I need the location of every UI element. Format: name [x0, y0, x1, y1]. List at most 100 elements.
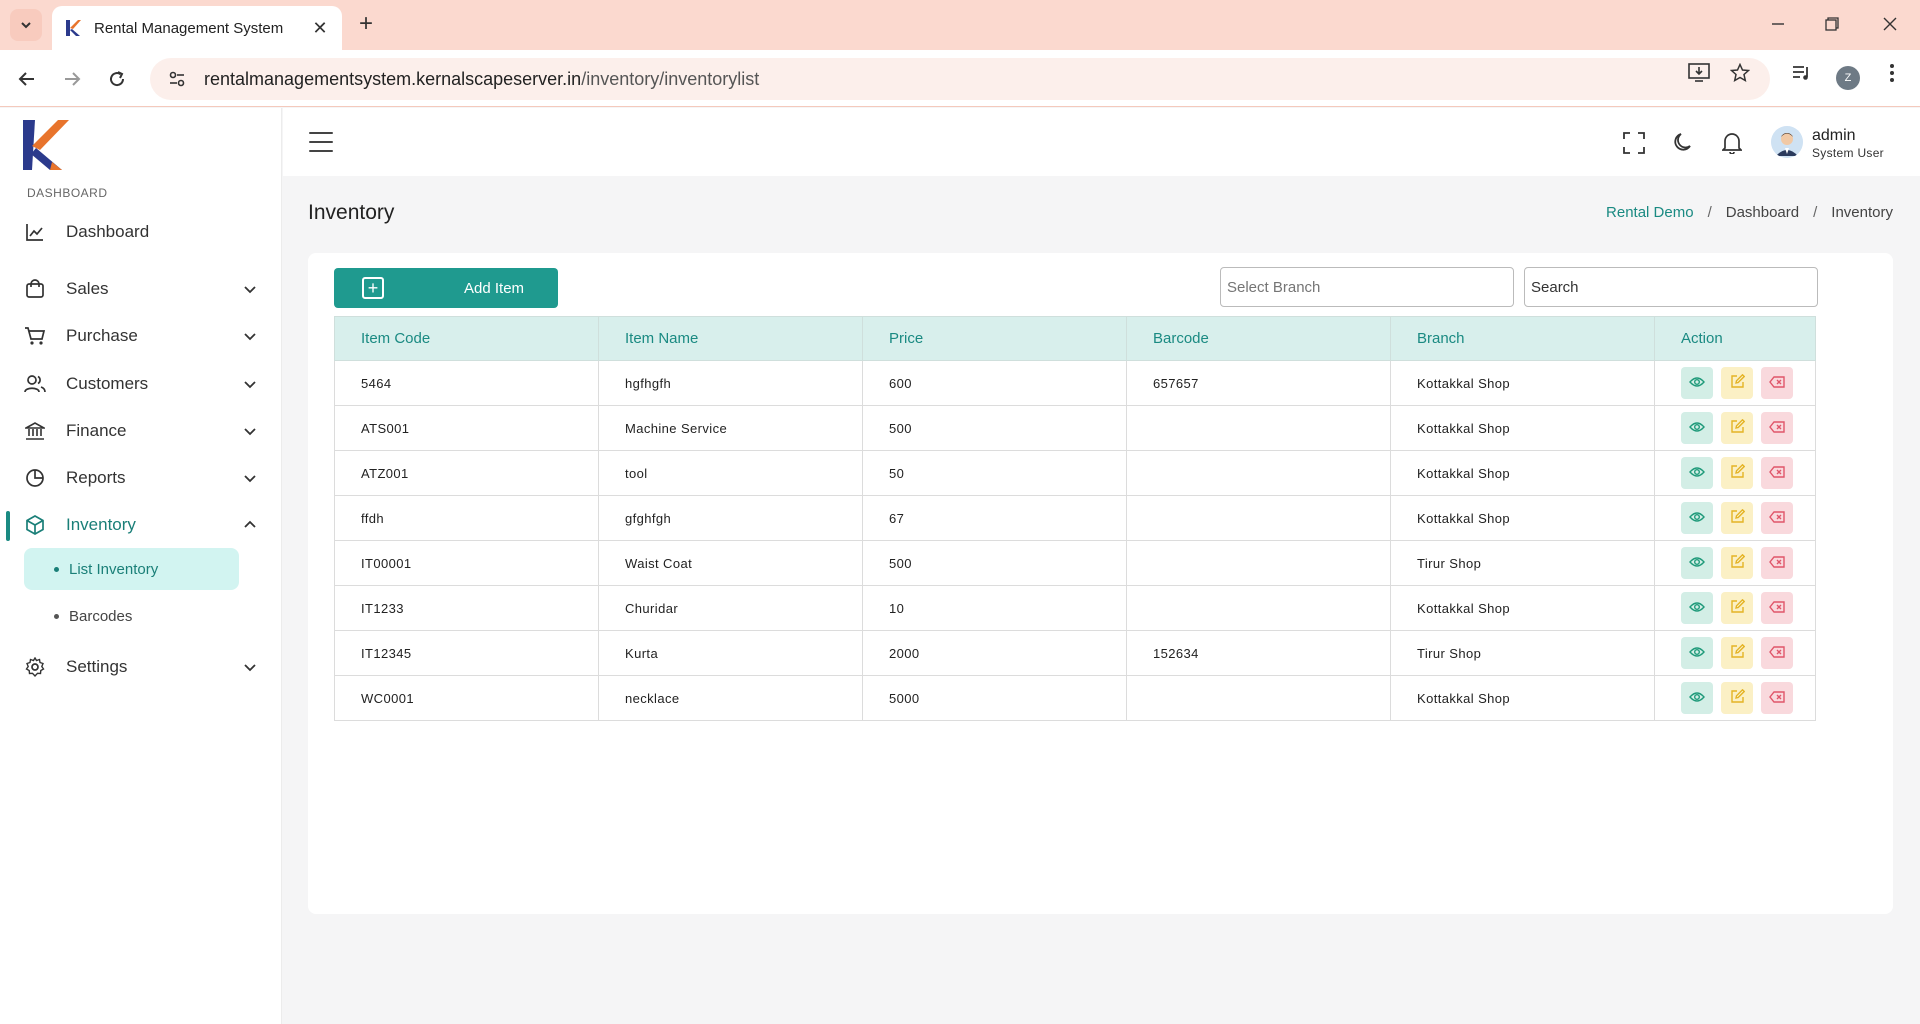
cell-name: Waist Coat: [598, 540, 863, 586]
view-button[interactable]: [1681, 547, 1713, 579]
view-button[interactable]: [1681, 367, 1713, 399]
breadcrumb-dashboard[interactable]: Dashboard: [1726, 204, 1799, 221]
edit-button[interactable]: [1721, 412, 1753, 444]
delete-button[interactable]: [1761, 457, 1793, 489]
delete-icon: [1769, 420, 1785, 436]
view-button[interactable]: [1681, 412, 1713, 444]
dark-mode-icon[interactable]: [1670, 130, 1696, 156]
bell-icon[interactable]: [1719, 130, 1745, 156]
breadcrumb: Rental Demo / Dashboard / Inventory: [1606, 204, 1893, 221]
sidebar-item-inventory[interactable]: Inventory: [0, 505, 282, 545]
sidebar-item-label: Purchase: [66, 326, 138, 345]
sidebar-subitem-list-inventory[interactable]: List Inventory: [24, 548, 239, 590]
back-button[interactable]: [12, 64, 42, 94]
delete-button[interactable]: [1761, 547, 1793, 579]
install-app-icon[interactable]: [1684, 58, 1714, 88]
close-tab-icon[interactable]: ✕: [310, 18, 330, 39]
view-button[interactable]: [1681, 457, 1713, 489]
chevron-down-icon: [240, 424, 260, 438]
edit-button[interactable]: [1721, 367, 1753, 399]
edit-button[interactable]: [1721, 592, 1753, 624]
cell-barcode: [1126, 675, 1391, 721]
pie-chart-icon: [24, 467, 46, 489]
user-name[interactable]: admin: [1812, 127, 1856, 145]
breadcrumb-rental-demo[interactable]: Rental Demo: [1606, 204, 1694, 221]
column-header[interactable]: Barcode: [1126, 316, 1391, 361]
view-button[interactable]: [1681, 637, 1713, 669]
tab-title: Rental Management System: [94, 19, 284, 37]
arrow-left-icon: [18, 72, 34, 86]
browser-menu-icon[interactable]: [1877, 58, 1907, 88]
view-button[interactable]: [1681, 502, 1713, 534]
fullscreen-icon[interactable]: [1621, 130, 1647, 156]
edit-button[interactable]: [1721, 502, 1753, 534]
table-row: IT1233 Churidar 10 Kottakkal Shop: [334, 585, 1816, 631]
delete-button[interactable]: [1761, 682, 1793, 714]
reload-button[interactable]: [102, 64, 132, 94]
address-bar[interactable]: rentalmanagementsystem.kernalscapeserver…: [150, 58, 1770, 100]
add-item-button[interactable]: + Add Item: [334, 268, 558, 308]
cell-actions: [1654, 630, 1816, 676]
row-actions: [1681, 502, 1815, 534]
delete-button[interactable]: [1761, 637, 1793, 669]
cell-price: 2000: [862, 630, 1127, 676]
column-header[interactable]: Price: [862, 316, 1127, 361]
eye-icon: [1689, 646, 1705, 661]
cell-name: gfghfgh: [598, 495, 863, 541]
select-branch-input[interactable]: [1220, 267, 1514, 307]
cart-icon: [24, 325, 46, 347]
edit-icon: [1730, 553, 1745, 572]
profile-avatar[interactable]: Z: [1836, 66, 1860, 90]
sidebar-item-customers[interactable]: Customers: [0, 364, 282, 404]
column-header[interactable]: Item Code: [334, 316, 599, 361]
edit-button[interactable]: [1721, 682, 1753, 714]
delete-button[interactable]: [1761, 592, 1793, 624]
delete-button[interactable]: [1761, 367, 1793, 399]
media-control-icon[interactable]: [1787, 58, 1817, 88]
row-actions: [1681, 682, 1815, 714]
breadcrumb-inventory: Inventory: [1831, 204, 1893, 221]
tab-search-button[interactable]: [10, 9, 42, 41]
menu-toggle-icon[interactable]: [309, 132, 333, 152]
minimize-icon[interactable]: [1758, 10, 1798, 38]
delete-button[interactable]: [1761, 502, 1793, 534]
site-settings-icon[interactable]: [166, 68, 188, 90]
close-window-icon[interactable]: [1870, 10, 1910, 38]
cell-price: 10: [862, 585, 1127, 631]
cell-code: ATZ001: [334, 450, 599, 496]
delete-button[interactable]: [1761, 412, 1793, 444]
cell-branch: Kottakkal Shop: [1390, 360, 1655, 406]
sidebar-item-dashboard[interactable]: Dashboard: [0, 212, 282, 252]
view-button[interactable]: [1681, 682, 1713, 714]
edit-icon: [1730, 643, 1745, 662]
column-header[interactable]: Item Name: [598, 316, 863, 361]
restore-icon[interactable]: [1812, 10, 1852, 38]
sidebar-item-sales[interactable]: Sales: [0, 269, 282, 309]
column-header[interactable]: Branch: [1390, 316, 1655, 361]
forward-button[interactable]: [57, 64, 87, 94]
edit-button[interactable]: [1721, 637, 1753, 669]
sidebar-item-settings[interactable]: Settings: [0, 647, 282, 687]
bookmark-star-icon[interactable]: [1725, 58, 1755, 88]
sidebar-item-finance[interactable]: Finance: [0, 411, 282, 451]
edit-button[interactable]: [1721, 457, 1753, 489]
new-tab-button[interactable]: +: [352, 10, 380, 38]
row-actions: [1681, 547, 1815, 579]
view-button[interactable]: [1681, 592, 1713, 624]
sidebar-item-label: Customers: [66, 374, 149, 393]
cell-barcode: [1126, 585, 1391, 631]
delete-icon: [1769, 510, 1785, 526]
column-header[interactable]: Action: [1654, 316, 1816, 361]
app-logo: [23, 120, 69, 170]
bullet-icon: [54, 566, 59, 572]
sidebar-item-purchase[interactable]: Purchase: [0, 316, 282, 356]
user-avatar[interactable]: [1771, 126, 1803, 158]
edit-button[interactable]: [1721, 547, 1753, 579]
sidebar-subitem-barcodes[interactable]: Barcodes: [24, 595, 239, 637]
cell-branch: Kottakkal Shop: [1390, 405, 1655, 451]
search-input[interactable]: [1524, 267, 1818, 307]
table-row: ffdh gfghfgh 67 Kottakkal Shop: [334, 495, 1816, 541]
delete-icon: [1769, 465, 1785, 481]
sidebar-item-reports[interactable]: Reports: [0, 458, 282, 498]
browser-tab[interactable]: Rental Management System ✕: [52, 6, 342, 50]
